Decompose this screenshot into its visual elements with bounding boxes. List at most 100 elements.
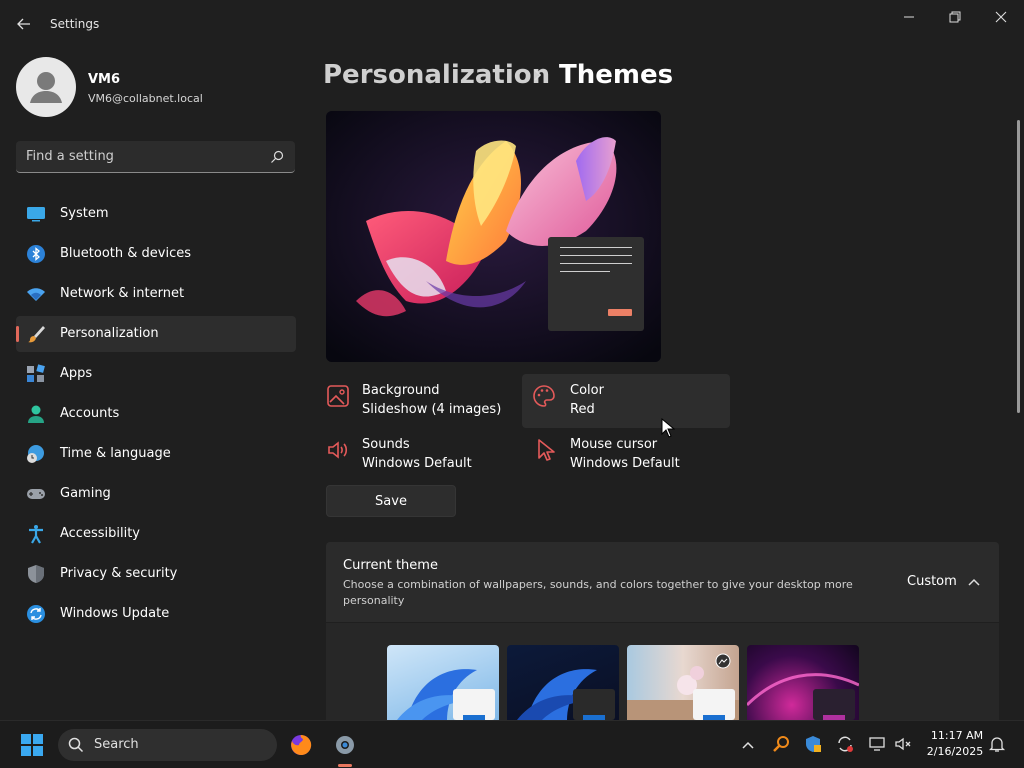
app-title: Settings	[50, 17, 100, 31]
chevron-right-icon	[534, 69, 542, 81]
selection-indicator	[16, 326, 19, 342]
accessibility-icon	[29, 525, 43, 544]
image-icon	[327, 385, 349, 407]
close-button[interactable]	[978, 0, 1024, 34]
shield-icon	[28, 565, 44, 583]
sidebar-item-accounts[interactable]: Accounts	[16, 396, 296, 432]
theme-thumbnail[interactable]	[747, 645, 859, 720]
sidebar-item-time-language[interactable]: Time & language	[16, 436, 296, 472]
slideshow-badge-icon	[715, 653, 731, 669]
user-email: VM6@collabnet.local	[88, 92, 203, 105]
breadcrumb-parent[interactable]: Personalization	[323, 60, 550, 90]
cursor-value: Windows Default	[570, 456, 680, 471]
sidebar-item-windows-update[interactable]: Windows Update	[16, 596, 296, 632]
apps-icon	[27, 364, 45, 382]
sidebar-item-label: Windows Update	[60, 606, 170, 621]
color-setting[interactable]: Color Red	[522, 374, 730, 428]
gamepad-icon	[27, 489, 45, 499]
magnifier-tray-icon[interactable]	[772, 735, 790, 753]
security-tray-icon[interactable]	[804, 735, 822, 753]
current-theme-title: Current theme	[343, 558, 438, 573]
taskbar-time[interactable]: 11:17 AM	[926, 729, 988, 742]
sidebar-item-system[interactable]: System	[16, 196, 296, 232]
theme-thumbnail[interactable]	[387, 645, 499, 720]
network-tray-icon[interactable]	[868, 735, 886, 753]
sounds-value: Windows Default	[362, 456, 472, 471]
active-app-indicator	[338, 764, 352, 767]
sidebar-item-label: Privacy & security	[60, 566, 178, 581]
mouse-cursor-setting[interactable]: Mouse cursor Windows Default	[534, 428, 730, 482]
sidebar-item-label: Apps	[60, 366, 93, 381]
sidebar-item-privacy[interactable]: Privacy & security	[16, 556, 296, 592]
wifi-icon	[27, 288, 45, 301]
settings-search	[16, 141, 295, 173]
background-title: Background	[362, 383, 440, 398]
theme-thumbnail[interactable]	[627, 645, 739, 720]
preview-accent-button	[608, 309, 632, 316]
sidebar-item-accessibility[interactable]: Accessibility	[16, 516, 296, 552]
preview-window-mock	[548, 237, 644, 331]
back-button[interactable]	[10, 10, 38, 38]
minimize-button[interactable]	[886, 0, 932, 34]
volume-muted-icon[interactable]	[894, 735, 912, 753]
chevron-up-icon[interactable]	[740, 737, 756, 753]
user-name: VM6	[88, 72, 121, 87]
sidebar-item-personalization[interactable]: Personalization	[16, 316, 296, 352]
sidebar-item-label: Accounts	[60, 406, 120, 421]
paintbrush-icon	[28, 326, 45, 343]
windows-start-icon[interactable]	[20, 733, 44, 757]
sidebar-item-network[interactable]: Network & internet	[16, 276, 296, 312]
sounds-setting[interactable]: Sounds Windows Default	[326, 428, 516, 482]
cursor-title: Mouse cursor	[570, 437, 658, 452]
sidebar-item-label: Bluetooth & devices	[60, 246, 191, 261]
restore-button[interactable]	[932, 0, 978, 34]
sidebar-item-gaming[interactable]: Gaming	[16, 476, 296, 512]
current-theme-card[interactable]: Current theme Choose a combination of wa…	[326, 542, 999, 622]
theme-preview	[326, 111, 661, 362]
color-value: Red	[570, 402, 595, 417]
current-theme-description: Choose a combination of wallpapers, soun…	[343, 578, 853, 607]
settings-gear-icon[interactable]	[333, 733, 357, 757]
background-setting[interactable]: Background Slideshow (4 images)	[326, 374, 516, 428]
globe-clock-icon	[27, 445, 44, 463]
content-scrollbar[interactable]	[1017, 120, 1020, 413]
person-icon	[28, 405, 44, 423]
monitor-icon	[27, 207, 45, 222]
sidebar-item-label: Personalization	[60, 326, 159, 341]
taskbar: Search	[0, 720, 1024, 768]
palette-icon	[533, 385, 555, 407]
bluetooth-icon	[27, 245, 45, 263]
taskbar-search-label: Search	[94, 737, 139, 752]
sidebar-item-label: Time & language	[60, 446, 171, 461]
sidebar-item-apps[interactable]: Apps	[16, 356, 296, 392]
color-title: Color	[570, 383, 604, 398]
cursor-icon	[538, 439, 555, 461]
notification-bell-icon[interactable]	[988, 735, 1006, 753]
search-input[interactable]	[16, 141, 256, 172]
settings-window: Settings VM6 VM6@collabnet.local System …	[0, 0, 1024, 720]
firefox-icon[interactable]	[289, 733, 313, 757]
taskbar-date[interactable]: 2/16/2025	[920, 745, 990, 758]
save-button[interactable]: Save	[326, 485, 456, 517]
search-icon[interactable]	[269, 149, 285, 165]
sidebar-item-label: Network & internet	[60, 286, 185, 301]
back-arrow-icon	[17, 18, 30, 30]
sidebar-item-label: Gaming	[60, 486, 111, 501]
page-title: Themes	[559, 60, 674, 90]
sidebar-item-label: System	[60, 206, 109, 221]
avatar[interactable]	[16, 57, 76, 117]
taskbar-search[interactable]: Search	[58, 729, 277, 761]
speaker-icon	[328, 441, 348, 459]
search-icon	[68, 737, 84, 753]
background-value: Slideshow (4 images)	[362, 402, 502, 417]
close-icon	[995, 11, 1007, 23]
sync-tray-icon[interactable]	[836, 735, 854, 753]
sidebar-item-bluetooth[interactable]: Bluetooth & devices	[16, 236, 296, 272]
sounds-title: Sounds	[362, 437, 410, 452]
restore-icon	[949, 11, 961, 23]
minimize-icon	[904, 16, 914, 18]
title-bar: Settings	[0, 0, 1024, 48]
update-icon	[27, 605, 45, 623]
theme-thumbnail[interactable]	[507, 645, 619, 720]
chevron-up-icon[interactable]	[966, 574, 982, 590]
